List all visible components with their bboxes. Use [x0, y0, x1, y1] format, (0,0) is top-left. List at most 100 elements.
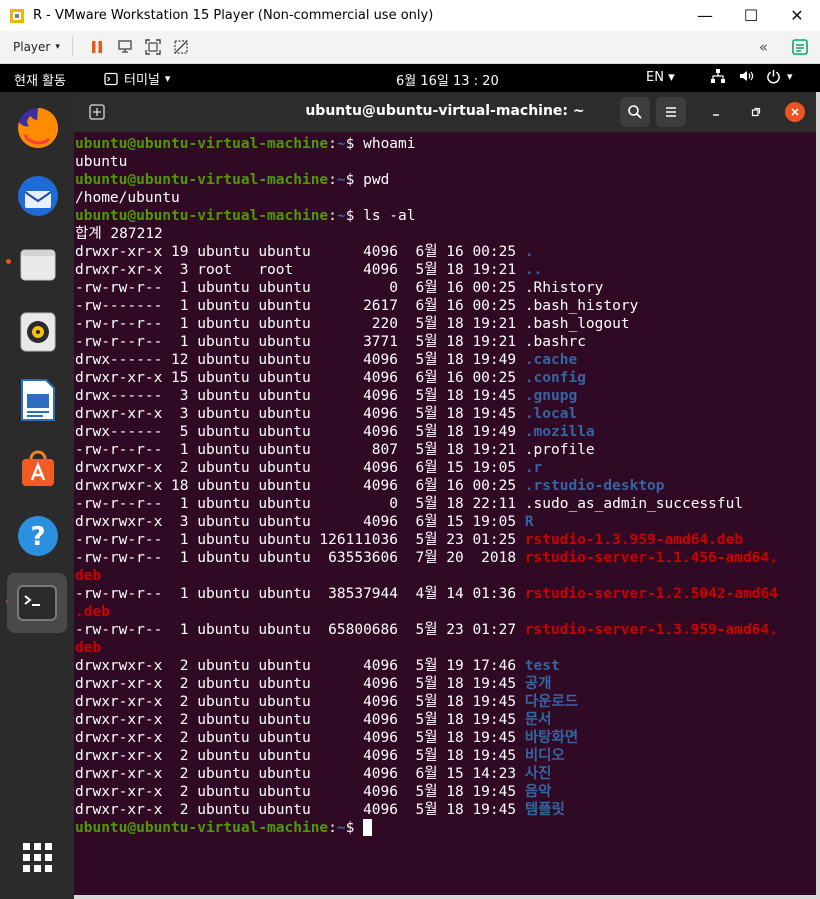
- prompt-symbol: $: [345, 820, 364, 836]
- player-menu[interactable]: Player ▾: [13, 40, 60, 54]
- listing-meta: -rw-r--r-- 1 ubuntu ubuntu 807 5월 18 19:…: [75, 442, 525, 458]
- listing-name-wrap: deb: [75, 640, 102, 656]
- dock-rhythmbox[interactable]: [12, 306, 64, 358]
- menu-button[interactable]: [656, 97, 686, 127]
- command-text: whoami: [363, 136, 416, 152]
- window-title: R - VMware Workstation 15 Player (Non-co…: [33, 8, 434, 23]
- terminal-line: -rw-rw-r-- 1 ubuntu ubuntu 38537944 4월 1…: [74, 585, 816, 603]
- listing-meta: drwxr-xr-x 2 ubuntu ubuntu 4096 5월 18 19…: [75, 676, 525, 692]
- listing-meta: -rw-r--r-- 1 ubuntu ubuntu 3771 5월 18 19…: [75, 334, 525, 350]
- send-ctrl-alt-del-button[interactable]: [111, 35, 139, 59]
- dock-libreoffice-writer[interactable]: [12, 374, 64, 426]
- listing-meta: -rw-r--r-- 1 ubuntu ubuntu 220 5월 18 19:…: [75, 316, 525, 332]
- text-cursor: [363, 819, 373, 836]
- terminal-line: drwx------ 3 ubuntu ubuntu 4096 5월 18 19…: [74, 387, 816, 405]
- listing-name: 템플릿: [524, 802, 565, 818]
- software-icon: [22, 450, 54, 486]
- listing-name: rstudio-server-1.2.5042-amd64: [524, 586, 778, 602]
- terminal-line: drwxr-xr-x 2 ubuntu ubuntu 4096 5월 18 19…: [74, 693, 816, 711]
- listing-name: .bash_logout: [524, 316, 630, 332]
- input-language-menu[interactable]: EN ▾: [646, 70, 675, 85]
- vmware-app-icon: [9, 8, 25, 24]
- listing-name: .bashrc: [524, 334, 586, 350]
- terminal-line: drwxr-xr-x 2 ubuntu ubuntu 4096 5월 18 19…: [74, 675, 816, 693]
- terminal-line: -rw-r--r-- 1 ubuntu ubuntu 3771 5월 18 19…: [74, 333, 816, 351]
- collapse-toolbar-icon[interactable]: «: [759, 38, 768, 56]
- ubuntu-dock: ?: [0, 92, 74, 899]
- output-text: ubuntu: [75, 154, 128, 170]
- terminal-line: drwxrwxr-x 18 ubuntu ubuntu 4096 6월 16 0…: [74, 477, 816, 495]
- app-menu[interactable]: 터미널 ▾: [104, 69, 170, 88]
- search-button[interactable]: [620, 97, 650, 127]
- terminal-close-button[interactable]: [785, 102, 805, 122]
- prompt-user: ubuntu@ubuntu-virtual-machine: [75, 172, 329, 188]
- prompt-symbol: $: [345, 172, 364, 188]
- minimize-icon: [713, 114, 719, 116]
- app-grid-icon: [23, 843, 52, 872]
- terminal-headerbar: ubuntu@ubuntu-virtual-machine: ~: [74, 92, 816, 132]
- terminal-line: drwx------ 5 ubuntu ubuntu 4096 5월 18 19…: [74, 423, 816, 441]
- maximize-button[interactable]: ☐: [728, 0, 774, 31]
- terminal-icon: [17, 585, 57, 621]
- library-button[interactable]: [786, 35, 814, 59]
- listing-meta: -rw-r--r-- 1 ubuntu ubuntu 0 5월 18 22:11: [75, 496, 525, 512]
- chevron-down-icon: ▾: [164, 72, 171, 85]
- output-text: 합계 287212: [75, 226, 163, 242]
- terminal-window: ubuntu@ubuntu-virtual-machine: ~ ubuntu@…: [74, 92, 816, 895]
- listing-meta: drwx------ 5 ubuntu ubuntu 4096 5월 18 19…: [75, 424, 525, 440]
- chevron-down-icon: ▾: [787, 69, 793, 83]
- close-button[interactable]: ✕: [774, 0, 820, 31]
- terminal-line: -rw-rw-r-- 1 ubuntu ubuntu 0 6월 16 00:25…: [74, 279, 816, 297]
- listing-meta: drwxr-xr-x 15 ubuntu ubuntu 4096 6월 16 0…: [75, 370, 525, 386]
- show-applications-button[interactable]: [12, 832, 64, 884]
- fit-guest-button[interactable]: [139, 35, 167, 59]
- activities-button[interactable]: 현재 활동: [14, 70, 66, 89]
- library-icon: [792, 39, 808, 55]
- terminal-line: -rw-rw-r-- 1 ubuntu ubuntu 63553606 7월 2…: [74, 549, 816, 567]
- dock-terminal[interactable]: [7, 573, 67, 633]
- prompt-path: ~: [336, 208, 346, 224]
- pause-button[interactable]: [83, 35, 111, 59]
- terminal-line: -rw-rw-r-- 1 ubuntu ubuntu 65800686 5월 2…: [74, 621, 816, 639]
- terminal-minimize-button[interactable]: [706, 102, 726, 122]
- listing-name: .profile: [524, 442, 595, 458]
- listing-name: .sudo_as_admin_successful: [524, 496, 744, 512]
- listing-meta: drwxr-xr-x 19 ubuntu ubuntu 4096 6월 16 0…: [75, 244, 525, 260]
- listing-meta: drwxrwxr-x 2 ubuntu ubuntu 4096 5월 19 17…: [75, 658, 525, 674]
- listing-meta: -rw-rw-r-- 1 ubuntu ubuntu 63553606 7월 2…: [75, 550, 525, 566]
- terminal-line: drwx------ 12 ubuntu ubuntu 4096 5월 18 1…: [74, 351, 816, 369]
- dock-files[interactable]: [12, 238, 64, 290]
- dock-firefox[interactable]: [12, 102, 64, 154]
- terminal-line: -rw-rw-r-- 1 ubuntu ubuntu 126111036 5월 …: [74, 531, 816, 549]
- dock-ubuntu-software[interactable]: [12, 442, 64, 494]
- player-menu-label: Player: [13, 40, 51, 54]
- terminal-line: drwxr-xr-x 2 ubuntu ubuntu 4096 5월 18 19…: [74, 783, 816, 801]
- dock-help[interactable]: ?: [12, 510, 64, 562]
- network-icon: [711, 69, 725, 83]
- terminal-maximize-button[interactable]: [746, 102, 766, 122]
- listing-meta: drwx------ 12 ubuntu ubuntu 4096 5월 18 1…: [75, 352, 525, 368]
- listing-meta: drwxr-xr-x 3 ubuntu ubuntu 4096 5월 18 19…: [75, 406, 525, 422]
- listing-meta: drwxr-xr-x 2 ubuntu ubuntu 4096 5월 18 19…: [75, 748, 525, 764]
- terminal-line: drwxr-xr-x 2 ubuntu ubuntu 4096 5월 18 19…: [74, 747, 816, 765]
- terminal-line: drwxrwxr-x 3 ubuntu ubuntu 4096 6월 15 19…: [74, 513, 816, 531]
- listing-name: .gnupg: [524, 388, 578, 404]
- pause-icon: [91, 41, 102, 53]
- app-menu-label: 터미널: [124, 73, 160, 88]
- writer-icon: [21, 379, 55, 421]
- terminal-line: -rw-r--r-- 1 ubuntu ubuntu 0 5월 18 22:11…: [74, 495, 816, 513]
- listing-meta: drwxrwxr-x 3 ubuntu ubuntu 4096 6월 15 19…: [75, 514, 525, 530]
- terminal-line: drwxr-xr-x 19 ubuntu ubuntu 4096 6월 16 0…: [74, 243, 816, 261]
- unity-button[interactable]: [167, 35, 195, 59]
- terminal-line: -rw------- 1 ubuntu ubuntu 2617 6월 16 00…: [74, 297, 816, 315]
- terminal-output[interactable]: ubuntu@ubuntu-virtual-machine:~$ whoami u…: [74, 135, 816, 893]
- system-tray[interactable]: ▾: [710, 68, 793, 84]
- prompt-symbol: $: [345, 208, 364, 224]
- terminal-line: drwxr-xr-x 15 ubuntu ubuntu 4096 6월 16 0…: [74, 369, 816, 387]
- listing-meta: -rw-rw-r-- 1 ubuntu ubuntu 126111036 5월 …: [75, 532, 525, 548]
- listing-meta: drwxr-xr-x 2 ubuntu ubuntu 4096 5월 18 19…: [75, 694, 525, 710]
- minimize-button[interactable]: —: [682, 0, 728, 31]
- dock-thunderbird[interactable]: [12, 170, 64, 222]
- terminal-line: drwxr-xr-x 2 ubuntu ubuntu 4096 5월 18 19…: [74, 711, 816, 729]
- clock[interactable]: 6월 16일 13 : 20: [396, 70, 499, 89]
